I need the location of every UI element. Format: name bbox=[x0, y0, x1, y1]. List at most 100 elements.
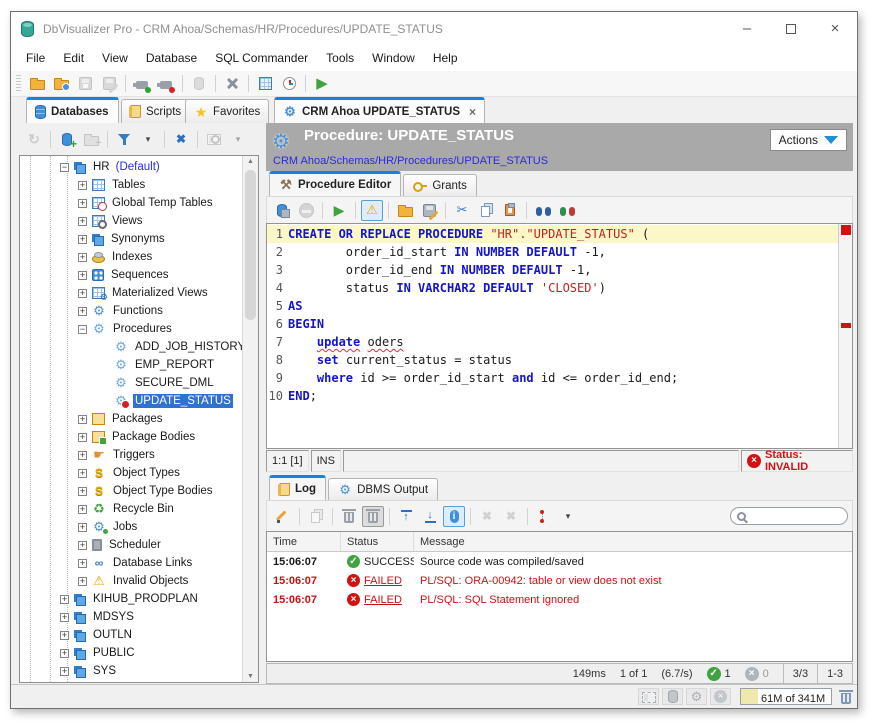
stop-execution-button[interactable] bbox=[295, 200, 317, 221]
expand-icon[interactable]: + bbox=[78, 541, 87, 550]
disconnect-button[interactable] bbox=[155, 73, 177, 94]
scroll-to-top-button[interactable]: ↑ bbox=[395, 506, 417, 527]
expand-icon[interactable]: + bbox=[78, 469, 87, 478]
tab-grants[interactable]: Grants bbox=[403, 174, 477, 196]
save-as-button[interactable] bbox=[98, 73, 120, 94]
tree-scrollbar[interactable]: ▲ ▼ bbox=[242, 156, 258, 682]
tree-item-outln[interactable]: +OUTLN bbox=[20, 626, 242, 644]
close-tab-icon[interactable]: × bbox=[469, 105, 476, 119]
scrollbar-thumb[interactable] bbox=[245, 170, 256, 320]
tab-procedure-editor[interactable]: ⚒Procedure Editor bbox=[269, 171, 401, 196]
run-script-button[interactable]: ▶ bbox=[311, 73, 333, 94]
expand-icon[interactable]: + bbox=[60, 667, 69, 676]
tab-crm-ahoa-update-status[interactable]: ⚙CRM Ahoa UPDATE_STATUS× bbox=[274, 97, 485, 123]
pane-indicator[interactable] bbox=[638, 688, 659, 705]
object-view-menu-button[interactable]: ▾ bbox=[227, 129, 249, 150]
tree-item-recycle-bin[interactable]: +♻Recycle Bin bbox=[20, 500, 242, 518]
expand-icon[interactable]: + bbox=[78, 253, 87, 262]
code-line-1[interactable]: 1CREATE OR REPLACE PROCEDURE "HR"."UPDAT… bbox=[267, 225, 838, 243]
collapse-all-log-button[interactable]: ✖ bbox=[500, 506, 522, 527]
error-marker-top[interactable] bbox=[841, 225, 851, 235]
menu-help[interactable]: Help bbox=[424, 45, 467, 71]
tree-item-packages[interactable]: +Packages bbox=[20, 410, 242, 428]
expand-icon[interactable]: + bbox=[78, 559, 87, 568]
range-indicator[interactable]: 1-3 bbox=[817, 664, 852, 683]
save-to-file-button[interactable] bbox=[418, 200, 440, 221]
tree-item-emp-report[interactable]: ⚙EMP_REPORT bbox=[20, 356, 242, 374]
clear-log-button[interactable] bbox=[338, 506, 360, 527]
task-monitor-button[interactable] bbox=[278, 73, 300, 94]
expand-icon[interactable]: + bbox=[78, 199, 87, 208]
create-folder-button[interactable] bbox=[80, 129, 102, 150]
tree-item-jobs[interactable]: +⚙Jobs bbox=[20, 518, 242, 536]
create-connection-button[interactable] bbox=[56, 129, 78, 150]
menu-sql-commander[interactable]: SQL Commander bbox=[206, 45, 317, 71]
expand-icon[interactable]: + bbox=[78, 433, 87, 442]
column-marker-button[interactable] bbox=[533, 506, 555, 527]
log-column-status[interactable]: Status bbox=[341, 532, 414, 551]
code-line-9[interactable]: 9 where id >= order_id_start and id <= o… bbox=[267, 369, 838, 387]
tree-item-scheduler[interactable]: +Scheduler bbox=[20, 536, 242, 554]
expand-icon[interactable]: + bbox=[78, 487, 87, 496]
tree-item-tables[interactable]: +Tables bbox=[20, 176, 242, 194]
settings-indicator[interactable]: ⚙ bbox=[686, 688, 707, 705]
code-line-8[interactable]: 8 set current_status = status bbox=[267, 351, 838, 369]
scroll-up-icon[interactable]: ▲ bbox=[243, 158, 258, 165]
open-file-settings-button[interactable] bbox=[50, 73, 72, 94]
expand-icon[interactable]: + bbox=[78, 307, 87, 316]
code-line-2[interactable]: 2 order_id_start IN NUMBER DEFAULT -1, bbox=[267, 243, 838, 261]
cancel-indicator[interactable]: × bbox=[710, 688, 731, 705]
tree-item-indexes[interactable]: +Indexes bbox=[20, 248, 242, 266]
execute-compile-button[interactable]: ▶ bbox=[328, 200, 350, 221]
tree-item-secure-dml[interactable]: ⚙SECURE_DML bbox=[20, 374, 242, 392]
save-button[interactable] bbox=[74, 73, 96, 94]
tree-item-materialized-views[interactable]: +Materialized Views bbox=[20, 284, 242, 302]
expand-icon[interactable]: + bbox=[78, 577, 87, 586]
tree-item-object-type-bodies[interactable]: +SObject Type Bodies bbox=[20, 482, 242, 500]
connections-indicator[interactable] bbox=[662, 688, 683, 705]
tree-item-database-links[interactable]: +∞Database Links bbox=[20, 554, 242, 572]
load-from-file-button[interactable] bbox=[394, 200, 416, 221]
expand-icon[interactable]: + bbox=[78, 289, 87, 298]
tab-dbms-output[interactable]: ⚙DBMS Output bbox=[328, 478, 438, 500]
expand-icon[interactable]: + bbox=[60, 595, 69, 604]
menu-file[interactable]: File bbox=[17, 45, 54, 71]
find-replace-button[interactable] bbox=[556, 200, 578, 221]
tree-item-triggers[interactable]: +☛Triggers bbox=[20, 446, 242, 464]
tree-item-public[interactable]: +PUBLIC bbox=[20, 644, 242, 662]
actions-button[interactable]: Actions bbox=[770, 129, 847, 151]
expand-icon[interactable]: + bbox=[78, 523, 87, 532]
tab-databases[interactable]: Databases bbox=[26, 97, 119, 123]
tree-item-package-bodies[interactable]: +Package Bodies bbox=[20, 428, 242, 446]
code-line-5[interactable]: 5AS bbox=[267, 297, 838, 315]
open-file-button[interactable] bbox=[26, 73, 48, 94]
grid-window-button[interactable] bbox=[254, 73, 276, 94]
page-indicator[interactable]: 3/3 bbox=[783, 664, 817, 683]
error-marker-line[interactable] bbox=[841, 323, 851, 328]
tree-item-synonyms[interactable]: +Synonyms bbox=[20, 230, 242, 248]
expand-icon[interactable]: + bbox=[78, 181, 87, 190]
tree-item-invalid-objects[interactable]: +⚠Invalid Objects bbox=[20, 572, 242, 590]
error-stripe[interactable] bbox=[838, 224, 852, 448]
tab-log[interactable]: Log bbox=[269, 475, 326, 500]
code-line-10[interactable]: 10END; bbox=[267, 387, 838, 405]
refresh-objects-button[interactable]: ↻ bbox=[23, 129, 45, 150]
tree-item-views[interactable]: +Views bbox=[20, 212, 242, 230]
code-editor[interactable]: 1CREATE OR REPLACE PROCEDURE "HR"."UPDAT… bbox=[266, 223, 853, 449]
expand-icon[interactable]: + bbox=[78, 235, 87, 244]
tree-item-add-job-history[interactable]: ⚙ADD_JOB_HISTORY bbox=[20, 338, 242, 356]
scroll-to-bottom-button[interactable]: ↓ bbox=[419, 506, 441, 527]
filter-menu-button[interactable]: ▾ bbox=[137, 129, 159, 150]
collapse-icon[interactable]: − bbox=[78, 325, 87, 334]
menu-window[interactable]: Window bbox=[363, 45, 424, 71]
expand-icon[interactable]: + bbox=[78, 451, 87, 460]
tree-item-object-types[interactable]: +SObject Types bbox=[20, 464, 242, 482]
show-warnings-button[interactable]: ⚠ bbox=[361, 200, 383, 221]
tree-item-update-status[interactable]: ⚙UPDATE_STATUS bbox=[20, 392, 242, 410]
databases-button[interactable] bbox=[188, 73, 210, 94]
tree-item-global-temp-tables[interactable]: +Global Temp Tables bbox=[20, 194, 242, 212]
filter-objects-button[interactable] bbox=[113, 129, 135, 150]
minimize-button[interactable]: – bbox=[725, 12, 769, 45]
cut-button[interactable]: ✂ bbox=[451, 200, 473, 221]
code-line-6[interactable]: 6BEGIN bbox=[267, 315, 838, 333]
